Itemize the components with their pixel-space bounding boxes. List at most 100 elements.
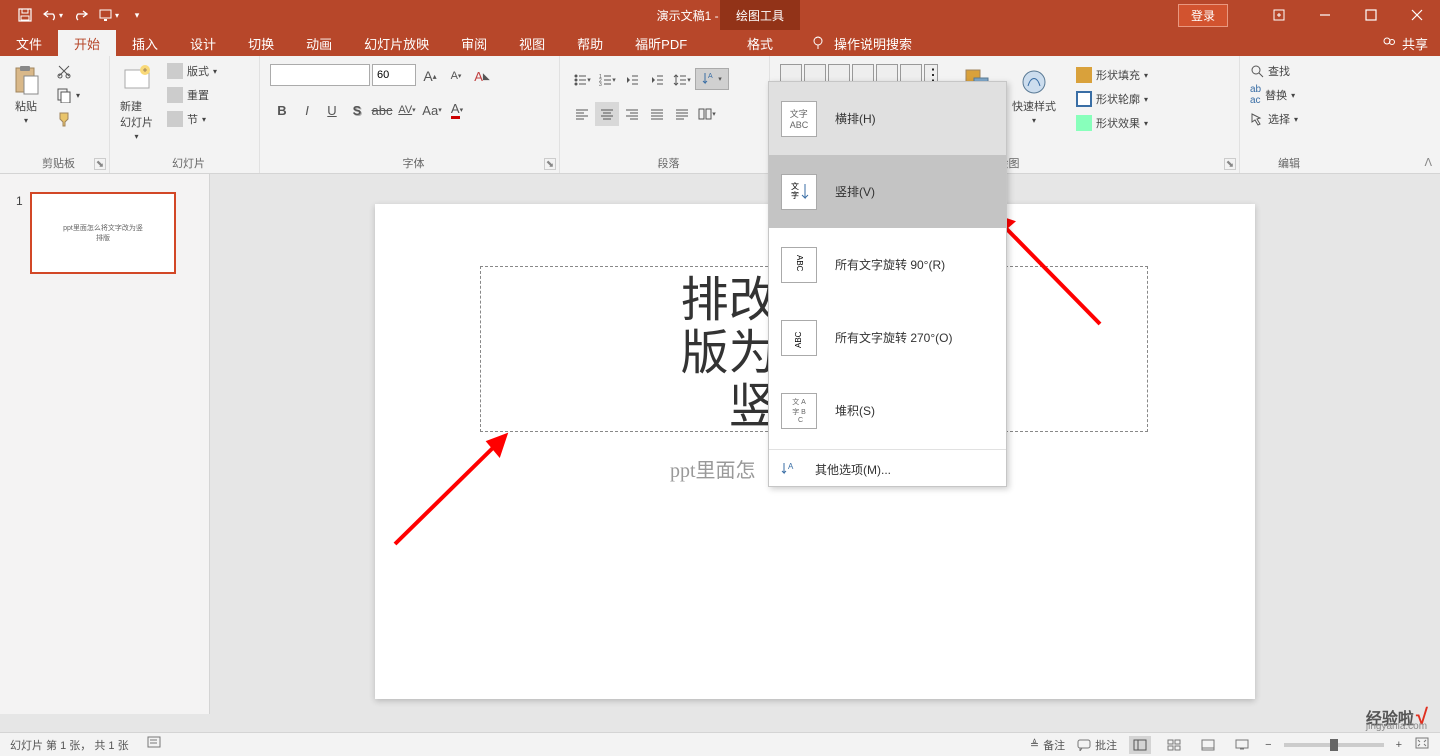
shape-fill-button[interactable]: 形状填充▾ [1070, 64, 1154, 86]
dropdown-item-more-options[interactable]: A 其他选项(M)... [769, 452, 1006, 486]
share-label: 共享 [1402, 34, 1428, 53]
svg-text:3: 3 [599, 82, 602, 87]
char-spacing-button[interactable]: AV▾ [395, 98, 419, 122]
copy-button[interactable]: ▾ [50, 84, 86, 106]
tab-design[interactable]: 设计 [174, 30, 232, 56]
save-button[interactable] [12, 2, 38, 28]
tab-help[interactable]: 帮助 [561, 30, 619, 56]
underline-button[interactable]: U [320, 98, 344, 122]
subtitle-text[interactable]: ppt里面怎 [670, 454, 756, 483]
tab-home[interactable]: 开始 [58, 30, 116, 56]
zoom-slider[interactable] [1284, 743, 1384, 747]
columns-button[interactable]: ▾ [695, 102, 719, 126]
quickstyle-button[interactable]: 快速样式▾ [1006, 64, 1062, 129]
dropdown-separator [769, 449, 1006, 450]
text-direction-button[interactable]: A▾ [695, 68, 729, 90]
shadow-button[interactable]: S [345, 98, 369, 122]
text-direction-dropdown: 文字 ABC 横排(H) 文字 竖排(V) ABC 所有文字旋转 90°(R) … [768, 81, 1007, 487]
section-button[interactable]: 节▾ [161, 108, 223, 130]
decrease-font-button[interactable]: A▾ [444, 64, 468, 88]
ribbon-options-button[interactable] [1256, 0, 1302, 30]
group-font: A▴ A▾ A◣ B I U S abc AV▾ Aa▾ A▾ 字体 ⬊ [260, 56, 560, 173]
shape-outline-button[interactable]: 形状轮廓▾ [1070, 88, 1154, 110]
align-left-button[interactable] [570, 102, 594, 126]
numbering-button[interactable]: 123▾ [595, 68, 619, 92]
view-normal-button[interactable] [1129, 736, 1151, 754]
paste-button[interactable]: 粘贴▾ [4, 60, 48, 129]
zoom-fit-button[interactable] [1414, 736, 1430, 753]
minimize-button[interactable] [1302, 0, 1348, 30]
shape-effects-button[interactable]: 形状效果▾ [1070, 112, 1154, 134]
tab-animation[interactable]: 动画 [290, 30, 348, 56]
italic-button[interactable]: I [295, 98, 319, 122]
select-button[interactable]: 选择▾ [1244, 108, 1304, 130]
tab-insert[interactable]: 插入 [116, 30, 174, 56]
tab-transition[interactable]: 切换 [232, 30, 290, 56]
decrease-indent-button[interactable] [620, 68, 644, 92]
bullets-button[interactable]: ▾ [570, 68, 594, 92]
redo-button[interactable] [68, 2, 94, 28]
fill-label: 形状填充 [1096, 67, 1140, 83]
tab-pdf[interactable]: 福昕PDF [619, 30, 703, 56]
collapse-ribbon-button[interactable]: ᐱ [1424, 156, 1432, 169]
distribute-button[interactable] [670, 102, 694, 126]
find-button[interactable]: 查找 [1244, 60, 1304, 82]
clipboard-launcher[interactable]: ⬊ [94, 158, 106, 170]
font-launcher[interactable]: ⬊ [544, 158, 556, 170]
increase-font-button[interactable]: A▴ [418, 64, 442, 88]
comments-button[interactable]: 批注 [1077, 737, 1117, 753]
tab-review[interactable]: 审阅 [445, 30, 503, 56]
tab-slideshow[interactable]: 幻灯片放映 [348, 30, 445, 56]
dropdown-item-horizontal[interactable]: 文字 ABC 横排(H) [769, 82, 1006, 155]
qat-customize-button[interactable]: ▾ [124, 2, 150, 28]
zoom-in-button[interactable]: + [1396, 739, 1402, 751]
clear-format-button[interactable]: A◣ [470, 64, 494, 88]
thumb-number: 1 [16, 192, 30, 208]
notes-button[interactable]: ≜备注 [1030, 737, 1065, 753]
dropdown-item-rotate90[interactable]: ABC 所有文字旋转 90°(R) [769, 228, 1006, 301]
new-slide-button[interactable]: 新建 幻灯片▾ [114, 60, 159, 145]
zoom-thumb[interactable] [1330, 739, 1338, 751]
view-slideshow-button[interactable] [1231, 736, 1253, 754]
tab-file[interactable]: 文件 [0, 30, 58, 56]
replace-button[interactable]: abac替换▾ [1244, 84, 1304, 106]
share-button[interactable]: 共享 [1382, 34, 1428, 53]
reset-button[interactable]: 重置 [161, 84, 223, 106]
slide-thumbnail-1[interactable]: 1 ppt里面怎么将文字改为竖 排版 [0, 192, 209, 274]
zoom-out-button[interactable]: − [1265, 739, 1271, 751]
maximize-button[interactable] [1348, 0, 1394, 30]
align-right-button[interactable] [620, 102, 644, 126]
dropdown-item-rotate270[interactable]: ABC 所有文字旋转 270°(O) [769, 301, 1006, 374]
quickstyle-label: 快速样式 [1012, 98, 1056, 114]
change-case-button[interactable]: Aa▾ [420, 98, 444, 122]
drawing-launcher[interactable]: ⬊ [1224, 158, 1236, 170]
cut-button[interactable] [50, 60, 86, 82]
font-size-input[interactable] [372, 64, 416, 86]
font-color-button[interactable]: A▾ [445, 98, 469, 122]
layout-button[interactable]: 版式▾ [161, 60, 223, 82]
tab-format[interactable]: 格式 [720, 30, 800, 56]
bold-button[interactable]: B [270, 98, 294, 122]
spellcheck-icon[interactable] [147, 736, 163, 753]
undo-button[interactable]: ▾ [40, 2, 66, 28]
effects-icon [1076, 115, 1092, 131]
line-spacing-button[interactable]: ▾ [670, 68, 694, 92]
align-center-button[interactable] [595, 102, 619, 126]
view-reading-button[interactable] [1197, 736, 1219, 754]
tab-view[interactable]: 视图 [503, 30, 561, 56]
rotate90-label: 所有文字旋转 90°(R) [835, 256, 945, 273]
justify-button[interactable] [645, 102, 669, 126]
tell-me-search[interactable]: 操作说明搜索 [810, 34, 912, 53]
close-button[interactable] [1394, 0, 1440, 30]
strike-button[interactable]: abc [370, 98, 394, 122]
view-sorter-button[interactable] [1163, 736, 1185, 754]
replace-label: 替换 [1265, 87, 1287, 103]
increase-indent-button[interactable] [645, 68, 669, 92]
svg-text:A: A [708, 73, 713, 80]
dropdown-item-vertical[interactable]: 文字 竖排(V) [769, 155, 1006, 228]
login-button[interactable]: 登录 [1178, 4, 1228, 27]
dropdown-item-stacked[interactable]: 文 A 字 B C 堆积(S) [769, 374, 1006, 447]
font-name-input[interactable] [270, 64, 370, 86]
format-painter-button[interactable] [50, 108, 86, 130]
start-from-beginning-button[interactable]: ▾ [96, 2, 122, 28]
